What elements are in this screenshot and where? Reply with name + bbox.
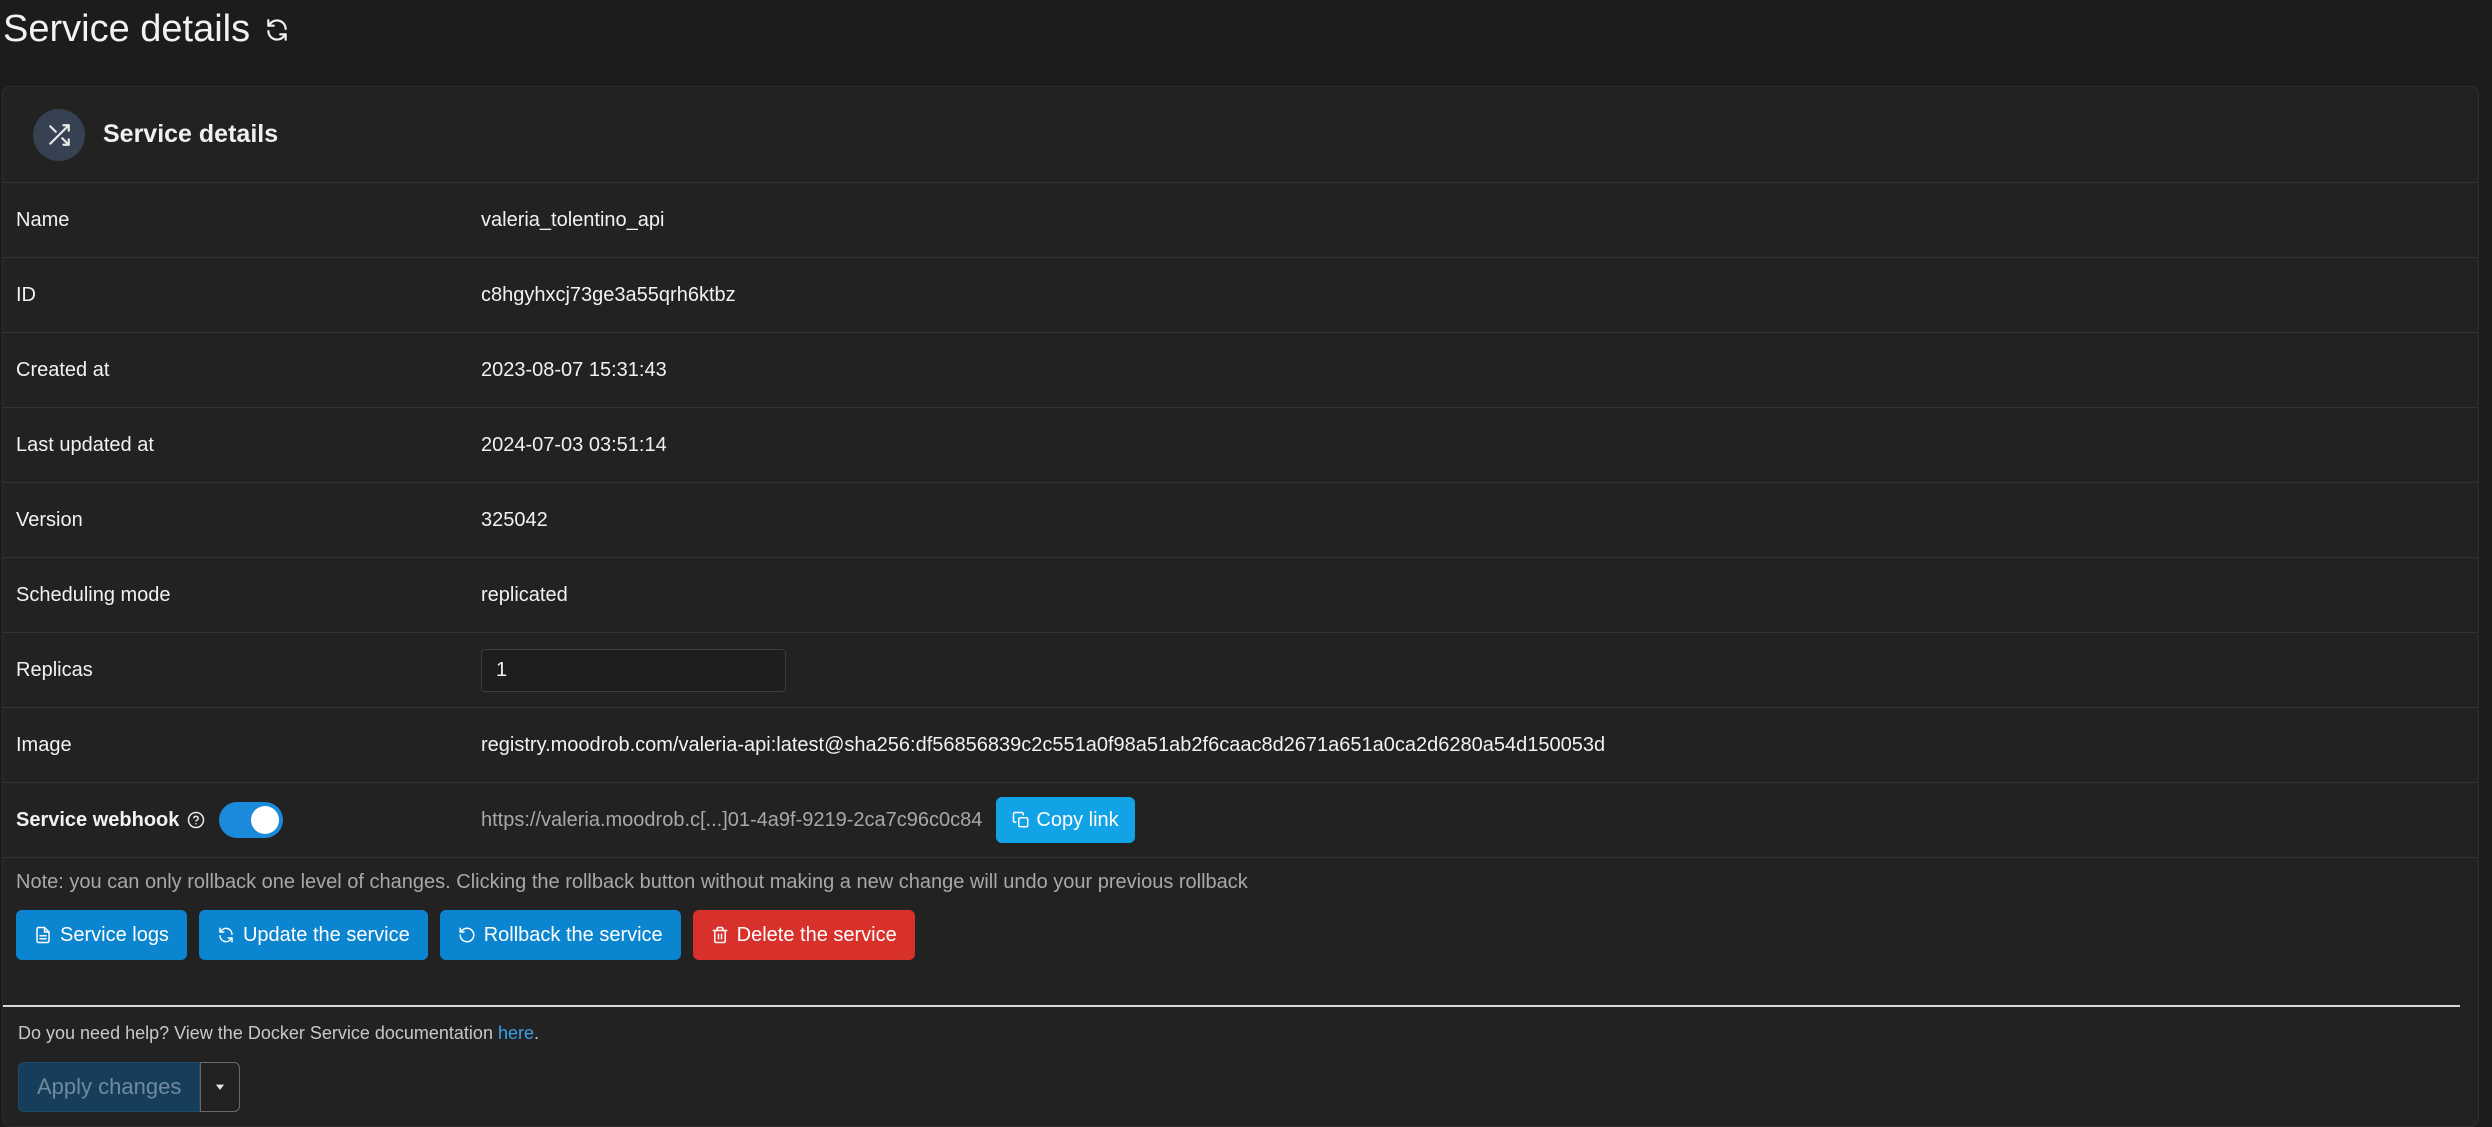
id-label: ID xyxy=(16,283,36,306)
copy-link-button[interactable]: Copy link xyxy=(996,797,1135,843)
trash-icon xyxy=(712,926,728,944)
panel-title: Service details xyxy=(103,120,279,148)
rollback-note: Note: you can only rollback one level of… xyxy=(16,871,1248,893)
id-value: c8hgyhxcj73ge3a55qrh6ktbz xyxy=(481,283,736,306)
detail-row-id: ID c8hgyhxcj73ge3a55qrh6ktbz xyxy=(3,258,2478,333)
caret-down-icon xyxy=(216,1084,225,1090)
footer-divider xyxy=(3,1005,2460,1007)
help-text-suffix: . xyxy=(533,1023,539,1043)
version-label: Version xyxy=(16,508,83,531)
delete-service-label: Delete the service xyxy=(736,923,897,946)
detail-row-scheduling: Scheduling mode replicated xyxy=(3,558,2478,633)
webhook-label-group: Service webhook xyxy=(3,802,481,838)
shuffle-icon xyxy=(33,108,85,161)
apply-changes-button[interactable]: Apply changes xyxy=(18,1062,201,1112)
created-value: 2023-08-07 15:31:43 xyxy=(481,358,667,381)
rotate-ccw-icon xyxy=(459,927,475,943)
detail-row-replicas: Replicas xyxy=(3,633,2478,708)
name-value: valeria_tolentino_api xyxy=(481,208,665,231)
help-text: Do you need help? View the Docker Servic… xyxy=(18,1023,539,1044)
service-details-panel: Service details Name valeria_tolentino_a… xyxy=(2,86,2479,1127)
file-text-icon xyxy=(36,926,50,944)
update-service-button[interactable]: Update the service xyxy=(198,910,428,960)
update-service-label: Update the service xyxy=(242,923,410,946)
toggle-knob xyxy=(251,806,280,834)
page-header: Service details xyxy=(0,0,2492,62)
created-label: Created at xyxy=(16,358,110,381)
detail-row-webhook: Service webhook https://valeria.moodrob.… xyxy=(3,783,2478,858)
scheduling-value: replicated xyxy=(481,583,568,606)
service-logs-label: Service logs xyxy=(60,923,169,946)
refresh-icon xyxy=(219,927,233,943)
action-buttons: Service logs Update the service Rollback… xyxy=(3,910,2478,960)
detail-row-version: Version 325042 xyxy=(3,483,2478,558)
service-logs-button[interactable]: Service logs xyxy=(16,910,187,960)
apply-changes-group: Apply changes xyxy=(18,1062,241,1112)
updated-value: 2024-07-03 03:51:14 xyxy=(481,433,667,456)
webhook-toggle[interactable] xyxy=(219,802,284,838)
apply-dropdown-toggle[interactable] xyxy=(200,1062,241,1112)
docs-link[interactable]: here xyxy=(498,1023,534,1043)
rollback-service-button[interactable]: Rollback the service xyxy=(439,910,681,960)
scheduling-label: Scheduling mode xyxy=(16,583,171,606)
image-label: Image xyxy=(16,733,72,756)
replicas-input[interactable] xyxy=(481,648,786,692)
updated-label: Last updated at xyxy=(16,433,154,456)
refresh-icon[interactable] xyxy=(264,17,290,43)
webhook-label: Service webhook xyxy=(16,808,180,831)
help-circle-icon[interactable] xyxy=(187,811,205,829)
image-value: registry.moodrob.com/valeria-api:latest@… xyxy=(481,733,1606,756)
name-label: Name xyxy=(16,208,70,231)
detail-row-created: Created at 2023-08-07 15:31:43 xyxy=(3,333,2478,408)
help-text-main: Do you need help? View the Docker Servic… xyxy=(18,1023,498,1043)
detail-row-name: Name valeria_tolentino_api xyxy=(3,183,2478,258)
delete-service-button[interactable]: Delete the service xyxy=(692,910,915,960)
copy-icon xyxy=(1013,811,1029,828)
version-value: 325042 xyxy=(481,508,548,531)
detail-row-updated: Last updated at 2024-07-03 03:51:14 xyxy=(3,408,2478,483)
panel-header: Service details xyxy=(3,87,2478,183)
page-title: Service details xyxy=(3,8,251,50)
webhook-url: https://valeria.moodrob.c[...]01-4a9f-92… xyxy=(481,808,983,831)
replicas-label: Replicas xyxy=(16,658,93,681)
detail-row-image: Image registry.moodrob.com/valeria-api:l… xyxy=(3,708,2478,783)
rollback-service-label: Rollback the service xyxy=(483,923,663,946)
copy-link-label: Copy link xyxy=(1036,808,1119,831)
